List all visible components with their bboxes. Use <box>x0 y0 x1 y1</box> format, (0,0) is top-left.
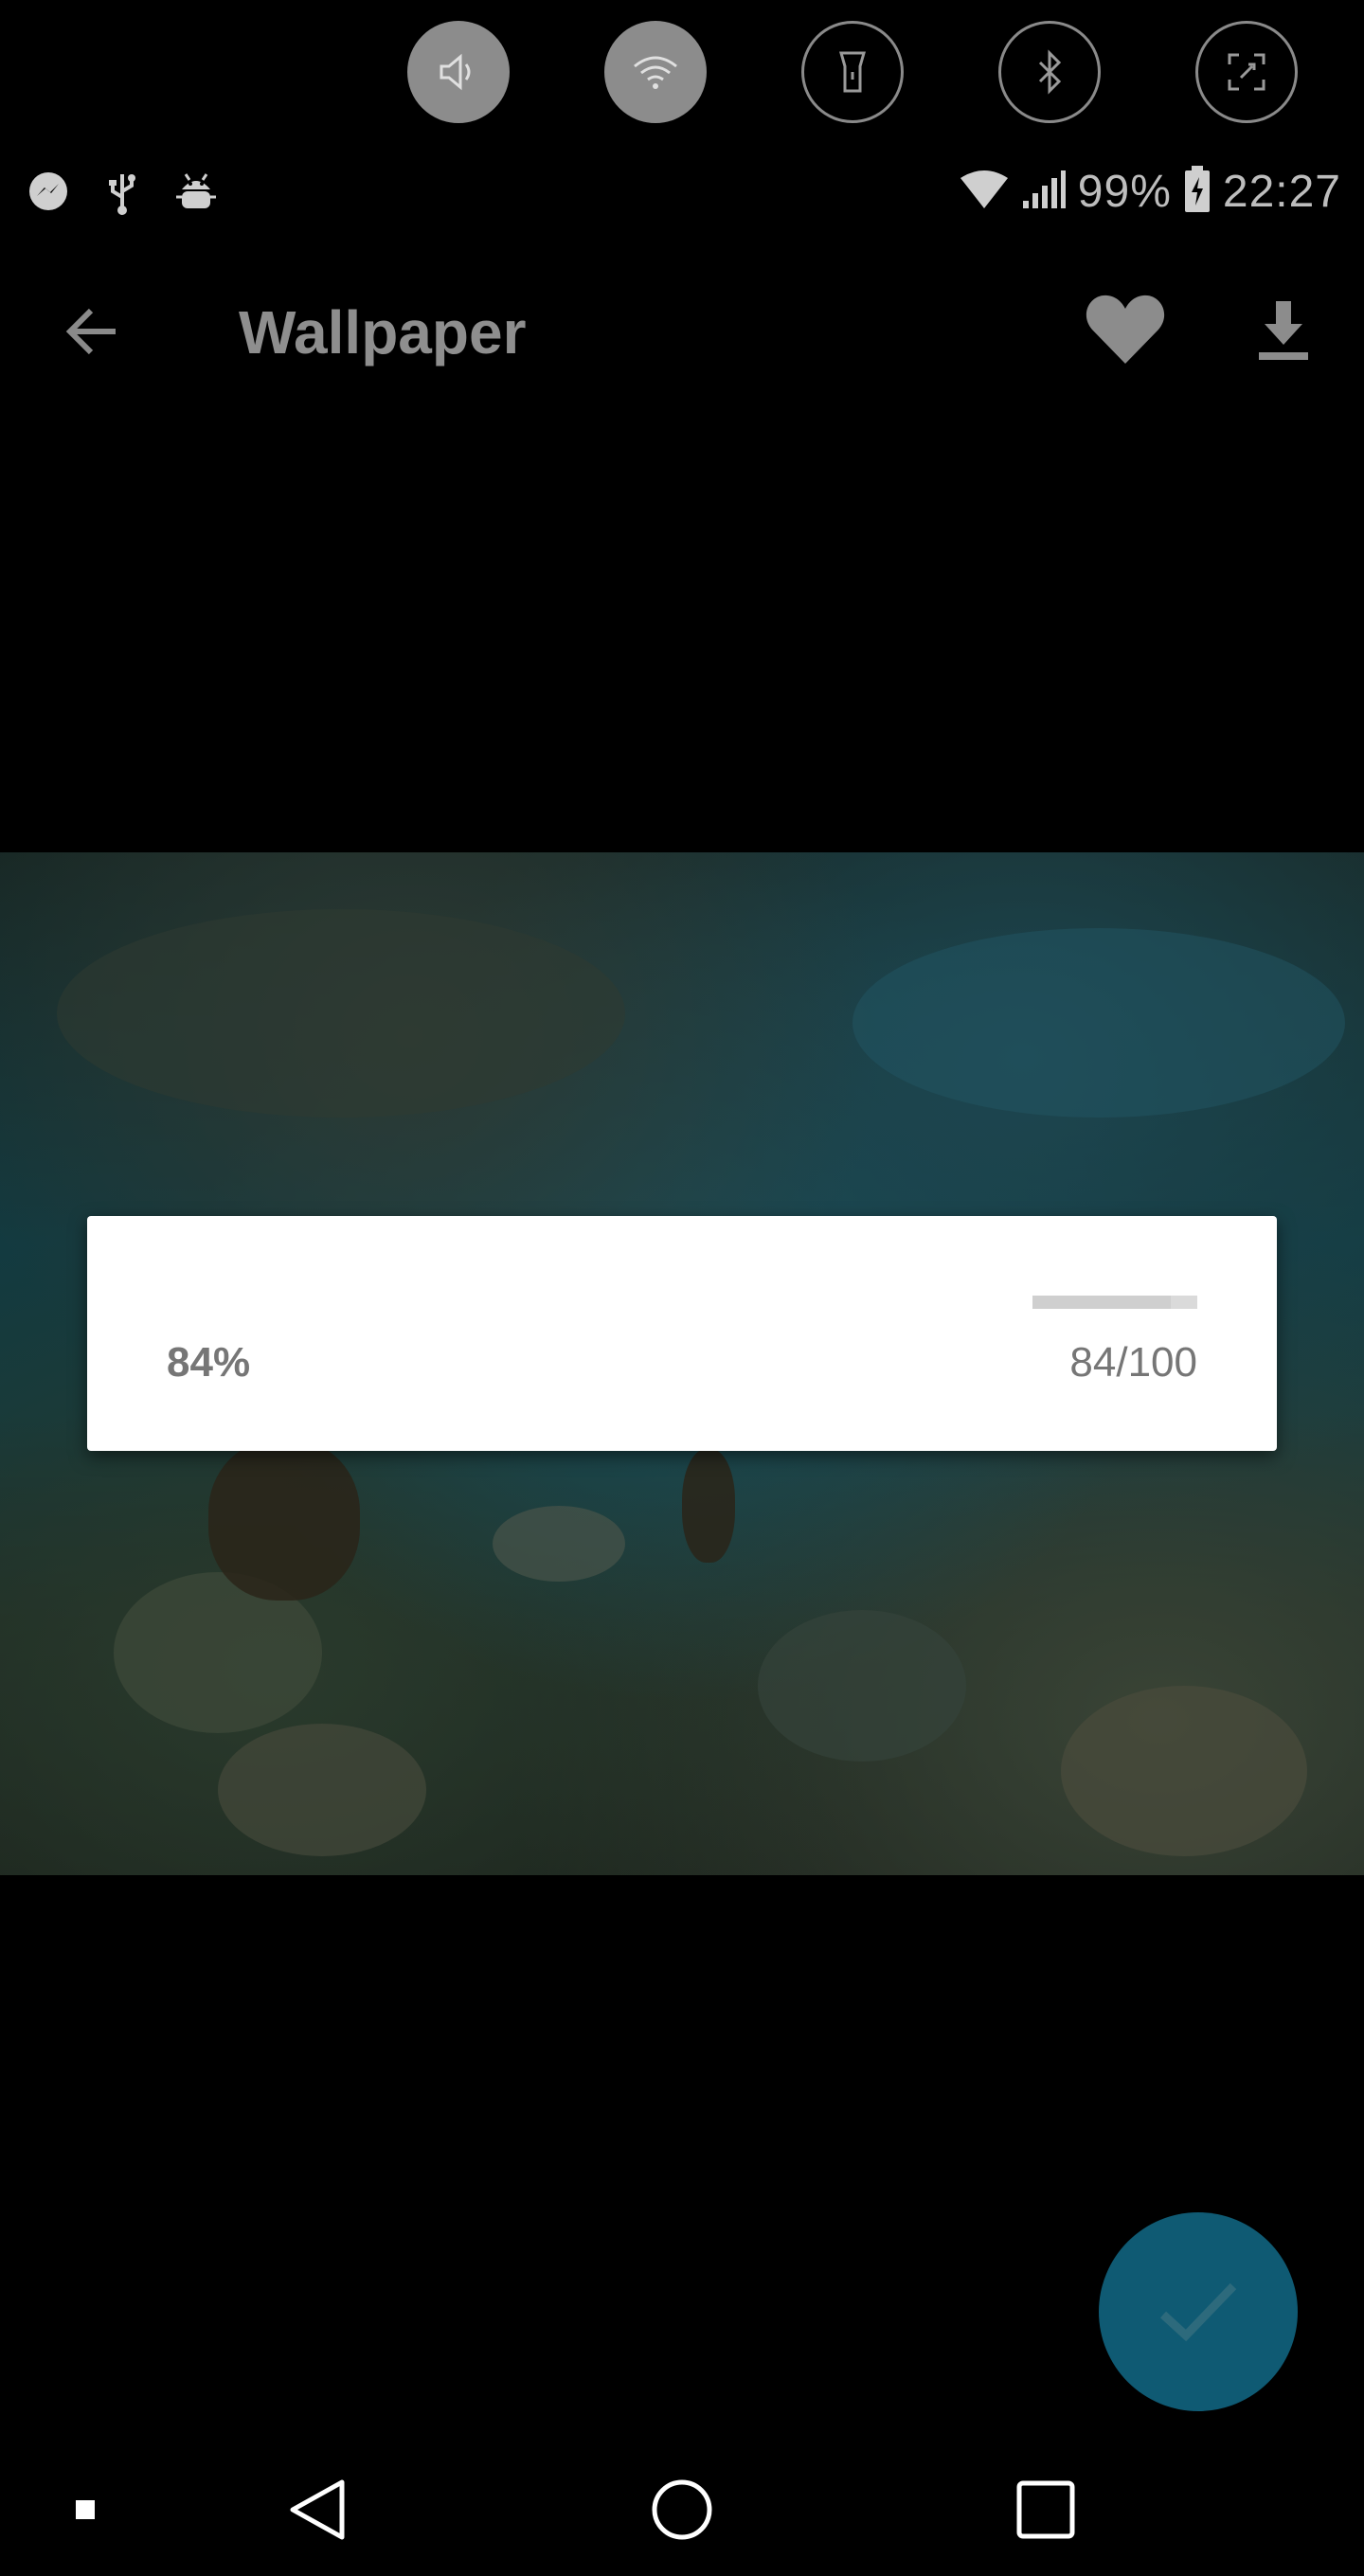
usb-icon <box>99 169 146 216</box>
cellular-signal-icon <box>1021 169 1067 215</box>
progress-percent: 84% <box>167 1339 251 1386</box>
bluetooth-icon <box>1038 49 1062 95</box>
favorite-button[interactable] <box>1080 284 1171 375</box>
triangle-back-icon <box>290 2479 345 2540</box>
nav-recents-button[interactable] <box>1008 2443 1084 2576</box>
nav-back-button[interactable] <box>275 2443 360 2576</box>
progress-bar-fill <box>1032 1296 1172 1309</box>
wifi-toggle[interactable] <box>604 21 707 123</box>
app-bar: Wallpaper <box>0 265 1364 388</box>
screenshot-icon <box>1228 53 1265 91</box>
progress-count: 84/100 <box>1069 1339 1197 1386</box>
wifi-icon <box>634 56 677 89</box>
nav-dot-icon <box>66 2443 104 2576</box>
download-button[interactable] <box>1241 288 1326 373</box>
battery-charging-icon <box>1183 165 1211 218</box>
android-debug-icon <box>172 169 220 216</box>
arrow-back-icon <box>65 308 116 355</box>
flashlight-toggle[interactable] <box>801 21 904 123</box>
back-button[interactable] <box>55 294 131 369</box>
progress-dialog: 84% 84/100 <box>87 1216 1277 1451</box>
screenshot-toggle[interactable] <box>1195 21 1298 123</box>
bluetooth-toggle[interactable] <box>998 21 1101 123</box>
wifi-signal-icon <box>959 169 1010 215</box>
check-icon <box>1159 2282 1237 2342</box>
circle-home-icon <box>652 2479 712 2540</box>
messenger-icon <box>25 169 72 216</box>
clock: 22:27 <box>1222 166 1341 217</box>
quick-settings-row <box>0 21 1364 123</box>
volume-toggle[interactable] <box>407 21 510 123</box>
navigation-bar <box>0 2443 1364 2576</box>
download-icon <box>1259 301 1308 360</box>
status-bar: 99% 22:27 <box>0 161 1364 222</box>
apply-wallpaper-button[interactable] <box>1099 2212 1298 2411</box>
nav-home-button[interactable] <box>644 2443 720 2576</box>
page-title: Wallpaper <box>239 298 527 367</box>
heart-icon <box>1086 295 1165 364</box>
volume-icon <box>440 53 471 91</box>
progress-bar <box>1032 1296 1197 1309</box>
flashlight-icon <box>839 51 866 93</box>
square-recents-icon <box>1016 2480 1075 2539</box>
battery-percent: 99% <box>1077 166 1172 217</box>
